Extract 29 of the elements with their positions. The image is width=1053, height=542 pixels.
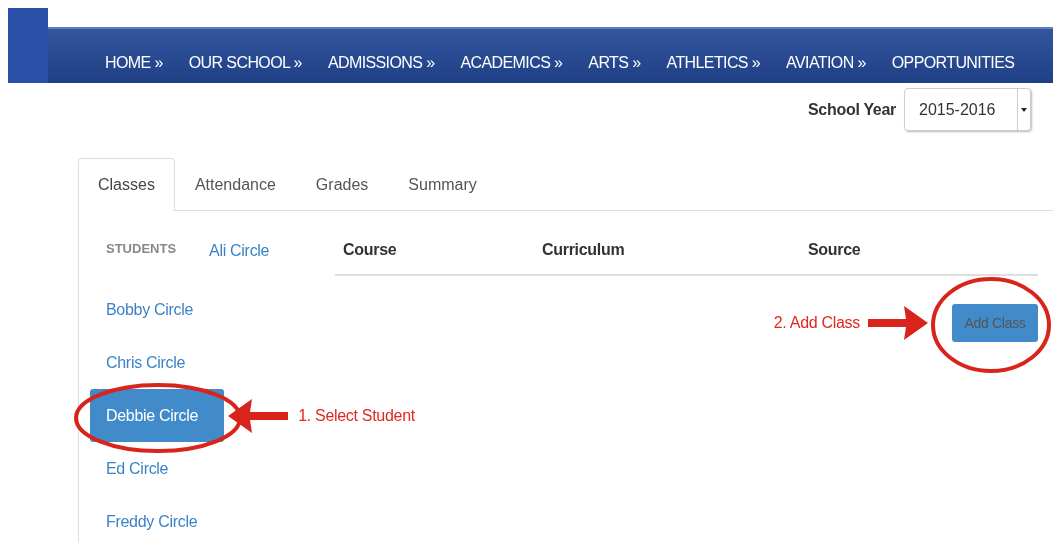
tab[interactable]: Classes — [78, 158, 175, 211]
student-item[interactable]: Ed Circle — [90, 442, 195, 495]
student-item[interactable]: Debbie Circle — [90, 389, 225, 442]
tab[interactable]: Attendance — [174, 158, 296, 211]
column-header: Course — [342, 241, 398, 260]
student-item[interactable]: Freddy Circle — [90, 495, 224, 542]
student-item[interactable]: Bobby Circle — [90, 283, 220, 336]
student-item[interactable]: Ali Circle — [209, 239, 270, 263]
arrow-icon — [868, 306, 928, 340]
student-item[interactable]: Chris Circle — [90, 336, 212, 389]
column-header: Source — [807, 241, 862, 260]
annotation-text: 2. Add Class — [773, 314, 860, 332]
nav-link[interactable]: OPPORTUNITIES — [891, 54, 1015, 72]
nav-link[interactable]: AVIATION » — [786, 54, 866, 72]
school-year-label: School Year — [808, 100, 896, 119]
column-header: Curriculum — [541, 241, 626, 260]
tab[interactable]: Summary — [388, 158, 497, 211]
nav-link[interactable]: ADMISSIONS » — [327, 54, 435, 72]
arrow-icon — [228, 398, 289, 433]
nav-link[interactable]: ATHLETICS » — [666, 54, 761, 72]
tab[interactable]: Grades — [295, 158, 389, 211]
nav-link[interactable]: OUR SCHOOL » — [188, 54, 302, 72]
nav-link[interactable]: HOME » — [105, 54, 163, 72]
nav-link[interactable]: ACADEMICS » — [460, 54, 563, 72]
nav-link[interactable]: ARTS » — [588, 54, 641, 72]
school-year-select[interactable]: 2015-2016 — [904, 88, 1031, 131]
annotation-text: 1. Select Student — [298, 406, 415, 425]
caret-icon — [1021, 107, 1027, 112]
students-heading: STUDENTS — [106, 241, 177, 258]
